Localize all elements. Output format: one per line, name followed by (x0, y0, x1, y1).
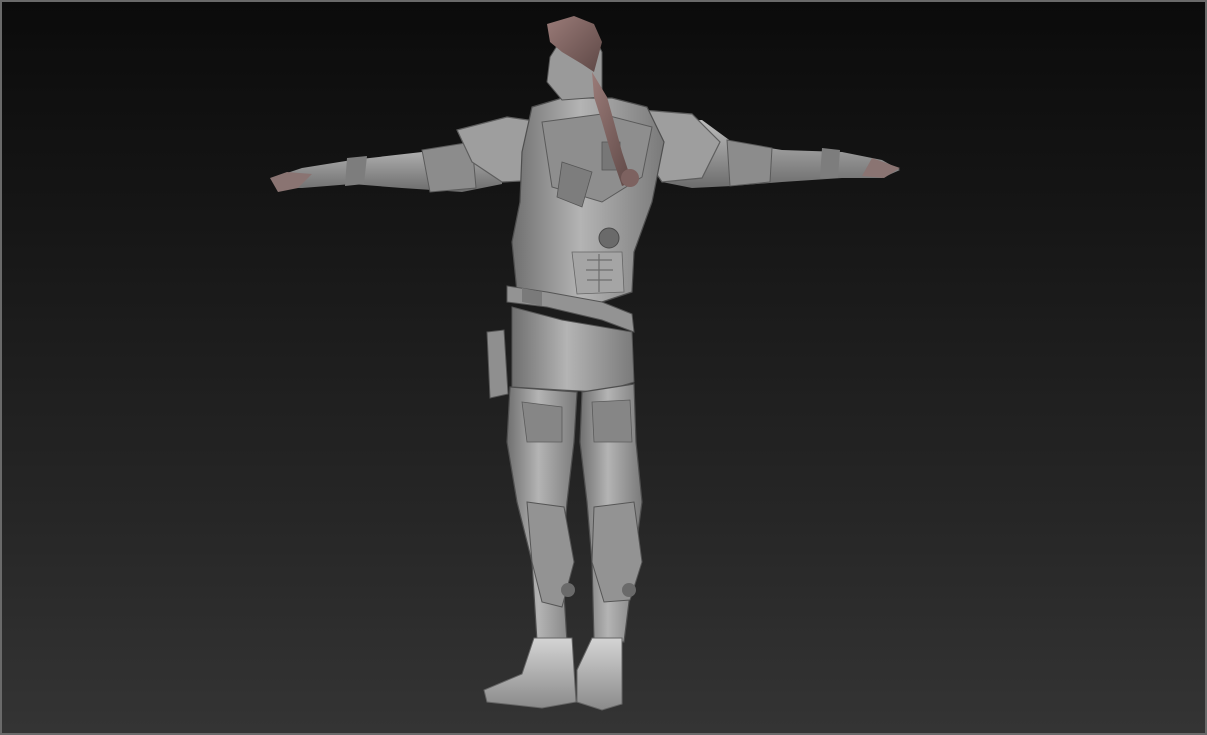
right-arm (641, 109, 900, 188)
holster (486, 329, 509, 399)
sculpt-viewport[interactable] (0, 0, 1207, 735)
torso (511, 97, 665, 303)
sculpted-character-model[interactable] (2, 2, 1207, 735)
shoes (483, 637, 623, 711)
legs (506, 383, 643, 643)
left-arm (270, 116, 543, 193)
